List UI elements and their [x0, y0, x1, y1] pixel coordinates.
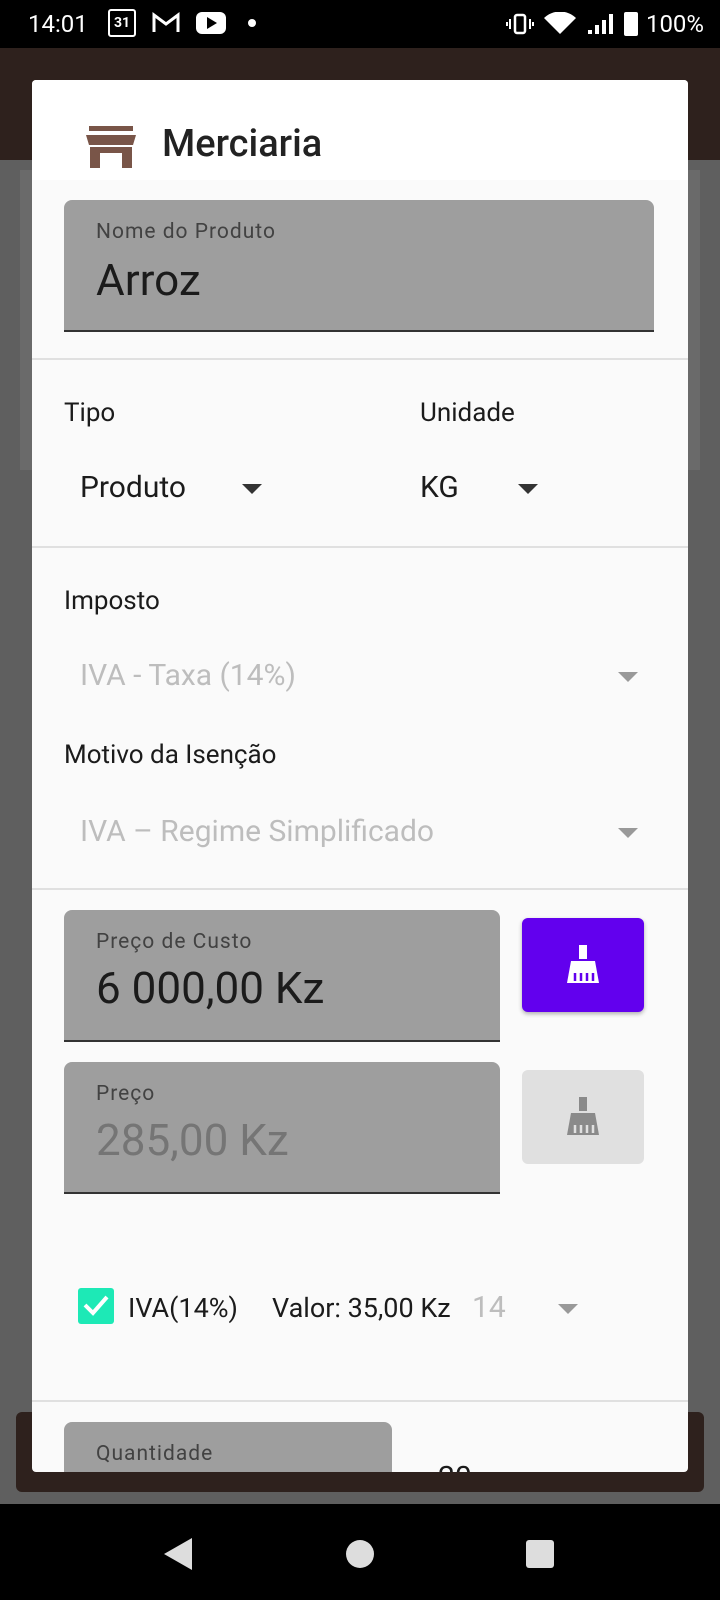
iva-rate-chevron-down-icon — [558, 1304, 578, 1314]
gmail-icon — [152, 12, 180, 32]
checkmark-icon — [83, 1295, 109, 1316]
battery-percent: 100% — [645, 10, 704, 38]
tipo-label: Tipo — [64, 398, 116, 428]
iva-rate-dropdown[interactable]: 14 — [468, 1280, 588, 1336]
clear-cost-price-button[interactable] — [522, 918, 644, 1012]
home-icon[interactable] — [346, 1540, 374, 1568]
motivo-chevron-down-icon — [618, 828, 638, 838]
broom-icon — [567, 1097, 599, 1135]
status-bar: 14:01 31 100% — [0, 0, 720, 48]
quantity-side-value: 20 — [438, 1460, 472, 1472]
divider — [32, 1400, 688, 1402]
tipo-dropdown[interactable]: Produto — [64, 452, 284, 522]
calendar-icon: 31 — [108, 9, 136, 37]
price-label: Preço — [96, 1082, 156, 1106]
cost-price-value: 6 000,00 Kz — [96, 962, 325, 1014]
motivo-isencao-dropdown[interactable]: IVA – Regime Simplificado — [64, 796, 656, 866]
divider — [32, 888, 688, 890]
battery-icon — [623, 12, 638, 36]
dialog-header: Merciaria — [32, 80, 688, 180]
tipo-chevron-down-icon — [242, 484, 262, 494]
recents-icon[interactable] — [526, 1540, 554, 1568]
imposto-chevron-down-icon — [618, 672, 638, 682]
notification-dot-icon — [248, 19, 256, 27]
iva-checkbox[interactable] — [78, 1288, 114, 1324]
motivo-isencao-value: IVA – Regime Simplificado — [80, 814, 435, 849]
quantity-label: Quantidade — [96, 1442, 214, 1466]
product-name-label: Nome do Produto — [96, 220, 276, 244]
divider — [32, 358, 688, 360]
unidade-chevron-down-icon — [518, 484, 538, 494]
dialog-title: Merciaria — [162, 122, 323, 166]
tipo-value: Produto — [80, 470, 186, 505]
broom-icon — [567, 945, 599, 983]
iva-valor: Valor: 35,00 Kz — [272, 1292, 451, 1324]
clear-price-button[interactable] — [522, 1070, 644, 1164]
unidade-value: KG — [420, 470, 459, 505]
imposto-label: Imposto — [64, 586, 160, 616]
youtube-icon — [196, 12, 226, 34]
price-field[interactable]: Preço 285,00 Kz — [64, 1062, 500, 1194]
product-name-value: Arroz — [96, 254, 201, 306]
price-value: 285,00 Kz — [96, 1114, 289, 1166]
iva-checkbox-label: IVA(14%) — [128, 1292, 238, 1324]
signal-icon — [587, 14, 613, 34]
product-name-field[interactable]: Nome do Produto Arroz — [64, 200, 654, 332]
cost-price-field[interactable]: Preço de Custo 6 000,00 Kz — [64, 910, 500, 1042]
product-dialog: Merciaria Nome do Produto Arroz Tipo Uni… — [32, 80, 688, 1472]
wifi-icon — [543, 12, 576, 34]
status-time: 14:01 — [28, 10, 88, 38]
back-icon[interactable] — [164, 1538, 192, 1570]
unidade-label: Unidade — [420, 398, 515, 428]
imposto-dropdown[interactable]: IVA - Taxa (14%) — [64, 640, 656, 710]
cost-price-label: Preço de Custo — [96, 930, 253, 954]
quantity-field[interactable]: Quantidade — [64, 1422, 392, 1472]
unidade-dropdown[interactable]: KG — [420, 452, 580, 522]
iva-rate-value: 14 — [472, 1290, 506, 1325]
store-icon — [86, 126, 136, 168]
divider — [32, 546, 688, 548]
vibrate-icon — [505, 13, 534, 35]
motivo-isencao-label: Motivo da Isenção — [64, 740, 277, 770]
imposto-value: IVA - Taxa (14%) — [80, 658, 296, 693]
navigation-bar — [0, 1504, 720, 1600]
